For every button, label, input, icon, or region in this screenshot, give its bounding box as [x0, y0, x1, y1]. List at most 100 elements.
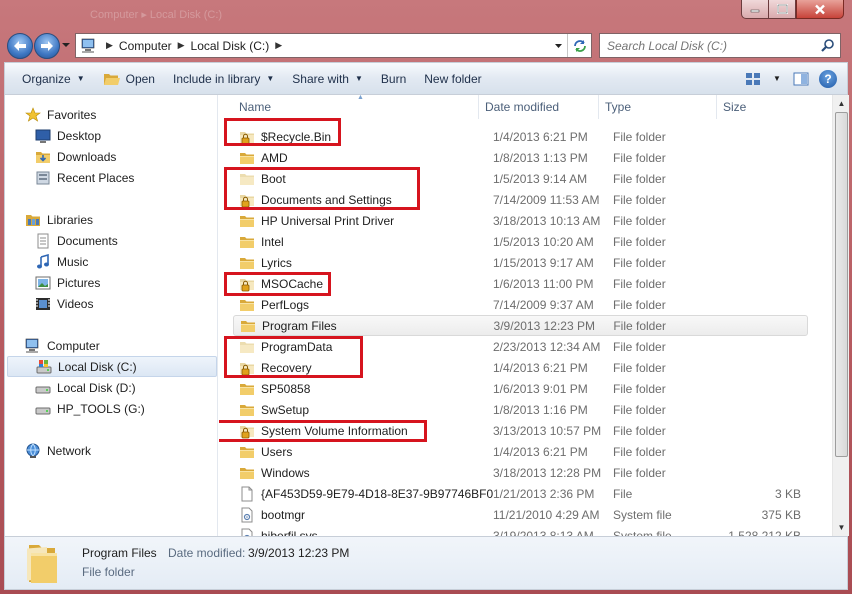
- file-type: File folder: [613, 339, 666, 354]
- file-name-cell: PerfLogs: [233, 297, 493, 313]
- preview-pane-icon: [793, 72, 809, 85]
- breadcrumb-computer[interactable]: Computer: [119, 39, 172, 53]
- nav-local-c-label: Local Disk (C:): [58, 359, 137, 374]
- help-button[interactable]: ?: [819, 69, 837, 88]
- nav-videos[interactable]: Videos: [35, 293, 93, 314]
- minimize-icon: [750, 9, 760, 13]
- search-input[interactable]: [607, 38, 817, 53]
- view-options-button[interactable]: ▼: [771, 68, 783, 90]
- file-date: 3/18/2013 10:13 AM: [493, 213, 601, 228]
- nav-local-disk-d[interactable]: Local Disk (D:): [35, 377, 136, 398]
- folder-icon: [239, 297, 255, 313]
- view-grid-icon: [746, 72, 760, 85]
- file-name-cell: bootmgr: [233, 507, 493, 523]
- file-name: HP Universal Print Driver: [261, 213, 395, 228]
- nav-desktop[interactable]: Desktop: [35, 125, 101, 146]
- file-type: File folder: [613, 402, 666, 417]
- close-button[interactable]: [796, 0, 844, 19]
- nav-documents[interactable]: Documents: [35, 230, 118, 251]
- table-row[interactable]: {AF453D59-9E79-4D18-8E37-9B97746BF0... 1/…: [233, 483, 808, 504]
- file-name-cell: SwSetup: [233, 402, 493, 418]
- details-date-value: 3/9/2013 12:23 PM: [248, 546, 350, 560]
- back-button[interactable]: [7, 33, 33, 59]
- table-row[interactable]: HP Universal Print Driver 3/18/2013 10:13…: [233, 210, 808, 231]
- address-bar[interactable]: ▶ Computer ▶ Local Disk (C:) ▶: [75, 33, 592, 58]
- change-view-button[interactable]: [741, 68, 765, 90]
- breadcrumb-chevron-icon[interactable]: ▶: [106, 40, 113, 51]
- open-label: Open: [125, 71, 155, 86]
- scroll-thumb[interactable]: [835, 112, 848, 457]
- nav-hp-tools[interactable]: HP_TOOLS (G:): [35, 398, 145, 419]
- refresh-button[interactable]: [567, 34, 591, 57]
- minimize-button[interactable]: [741, 0, 769, 19]
- downloads-folder-icon: [36, 151, 50, 163]
- nav-music[interactable]: Music: [35, 251, 88, 272]
- nav-local-d-label: Local Disk (D:): [57, 380, 136, 395]
- address-dropdown-icon[interactable]: [554, 42, 563, 50]
- forward-button[interactable]: [34, 33, 60, 59]
- nav-local-disk-c[interactable]: Local Disk (C:): [7, 356, 217, 377]
- table-row[interactable]: Windows 3/18/2013 12:28 PM File folder: [233, 462, 808, 483]
- close-icon: [815, 4, 825, 14]
- nav-hp-tools-label: HP_TOOLS (G:): [57, 401, 145, 416]
- recent-pages-dropdown-icon[interactable]: [61, 40, 71, 50]
- file-type: File folder: [613, 444, 666, 459]
- nav-network[interactable]: Network: [25, 440, 91, 461]
- star-icon: [25, 106, 41, 122]
- breadcrumb-chevron-icon[interactable]: ▶: [178, 40, 185, 51]
- nav-computer[interactable]: Computer: [25, 335, 100, 356]
- file-date: 1/4/2013 6:21 PM: [493, 444, 588, 459]
- table-row[interactable]: bootmgr 11/21/2010 4:29 AM System file 375 …: [233, 504, 808, 525]
- highlight-box: [224, 272, 331, 296]
- nav-pictures[interactable]: Pictures: [35, 272, 100, 293]
- table-row[interactable]: hiberfil.sys 3/19/2013 8:13 AM System file…: [233, 525, 808, 536]
- include-in-library-button[interactable]: Include in library ▼: [164, 63, 283, 94]
- nav-libraries[interactable]: Libraries: [25, 209, 93, 230]
- vertical-scrollbar[interactable]: ▲ ▼: [832, 95, 849, 536]
- scroll-down-icon[interactable]: ▼: [833, 519, 849, 536]
- maximize-button[interactable]: [768, 0, 796, 19]
- breadcrumb-local-disk[interactable]: Local Disk (C:): [191, 39, 270, 53]
- nav-music-label: Music: [57, 254, 89, 269]
- file-date: 2/23/2013 12:34 AM: [493, 339, 601, 354]
- new-folder-button[interactable]: New folder: [415, 63, 490, 94]
- file-type: File folder: [613, 360, 666, 375]
- table-row[interactable]: SP50858 1/6/2013 9:01 PM File folder: [233, 378, 808, 399]
- search-icon[interactable]: [820, 38, 835, 53]
- column-name[interactable]: ▲ Name: [219, 95, 479, 119]
- organize-button[interactable]: Organize ▼: [5, 63, 94, 94]
- table-row[interactable]: Users 1/4/2013 6:21 PM File folder: [233, 441, 808, 462]
- column-type[interactable]: Type: [599, 95, 717, 119]
- folder-icon: [239, 234, 255, 250]
- table-row[interactable]: AMD 1/8/2013 1:13 PM File folder: [233, 147, 808, 168]
- share-with-button[interactable]: Share with ▼: [283, 63, 372, 94]
- search-box[interactable]: [599, 33, 841, 58]
- scroll-up-icon[interactable]: ▲: [833, 95, 849, 112]
- navigation-bar: ▶ Computer ▶ Local Disk (C:) ▶: [0, 30, 852, 60]
- maximize-icon: [776, 4, 788, 14]
- nav-downloads[interactable]: Downloads: [35, 146, 116, 167]
- table-row[interactable]: SwSetup 1/8/2013 1:16 PM File folder: [233, 399, 808, 420]
- table-row[interactable]: PerfLogs 7/14/2009 9:37 AM File folder: [233, 294, 808, 315]
- file-date: 1/4/2013 6:21 PM: [493, 360, 588, 375]
- preview-pane-button[interactable]: [789, 68, 813, 90]
- computer-icon: [81, 38, 95, 53]
- burn-button[interactable]: Burn: [372, 63, 415, 94]
- toolbar-right: ▼ ?: [741, 63, 847, 94]
- table-row[interactable]: Intel 1/5/2013 10:20 AM File folder: [233, 231, 808, 252]
- column-date-modified[interactable]: Date modified: [479, 95, 599, 119]
- open-button[interactable]: Open: [94, 63, 164, 94]
- file-date: 1/6/2013 9:01 PM: [493, 381, 588, 396]
- table-row[interactable]: Program Files 3/9/2013 12:23 PM File folde…: [233, 315, 808, 336]
- file-icon: [239, 486, 255, 502]
- new-folder-label: New folder: [424, 71, 482, 86]
- file-name: PerfLogs: [261, 297, 310, 312]
- nav-pictures-label: Pictures: [57, 275, 101, 290]
- highlight-box: [224, 336, 363, 378]
- column-size[interactable]: Size: [717, 95, 829, 119]
- breadcrumb-chevron-icon[interactable]: ▶: [275, 40, 282, 51]
- nav-favorites[interactable]: Favorites: [25, 104, 96, 125]
- nav-recent-places[interactable]: Recent Places: [35, 167, 134, 188]
- folder-icon: [239, 255, 255, 271]
- table-row[interactable]: Lyrics 1/15/2013 9:17 AM File folder: [233, 252, 808, 273]
